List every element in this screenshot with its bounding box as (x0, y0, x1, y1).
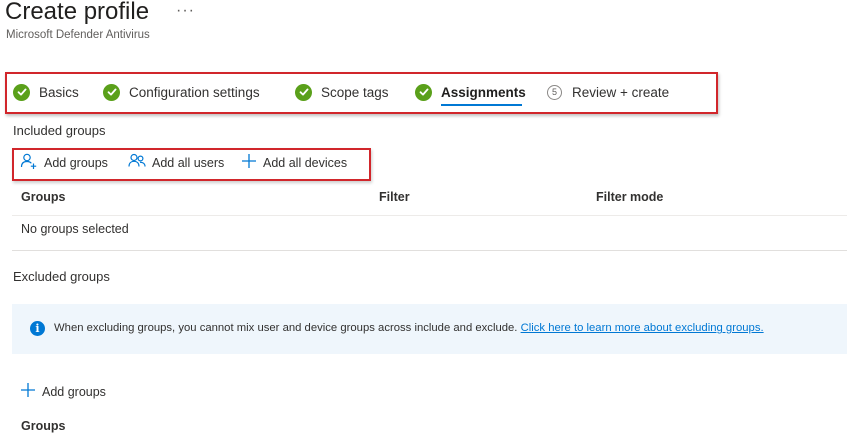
check-circle-icon (295, 83, 312, 101)
info-message: When excluding groups, you cannot mix us… (54, 322, 518, 334)
add-all-users-label: Add all users (152, 156, 225, 170)
column-header-filter[interactable]: Filter (379, 190, 410, 204)
step-label: Configuration settings (129, 84, 260, 100)
add-user-icon (20, 152, 38, 175)
step-label: Review + create (572, 84, 670, 100)
more-options-icon[interactable]: ··· (176, 2, 195, 20)
step-assignments[interactable]: Assignments (415, 80, 526, 104)
step-label: Assignments (441, 84, 526, 100)
empty-state-text: No groups selected (21, 222, 129, 236)
column-header-filter-mode[interactable]: Filter mode (596, 190, 663, 204)
column-header-groups[interactable]: Groups (21, 190, 65, 204)
step-label: Basics (39, 84, 79, 100)
learn-more-link[interactable]: Click here to learn more about excluding… (521, 322, 764, 334)
page-title: Create profile (5, 0, 150, 25)
step-number-circle: 5 (547, 84, 562, 100)
plus-icon (20, 382, 36, 403)
excluded-groups-heading: Excluded groups (13, 269, 110, 284)
add-groups-label: Add groups (44, 156, 108, 170)
check-circle-icon (415, 83, 432, 101)
check-circle-icon (103, 83, 120, 101)
info-banner-text: When excluding groups, you cannot mix us… (54, 322, 764, 334)
step-label: Scope tags (321, 84, 389, 100)
add-groups-button[interactable]: Add groups (20, 153, 108, 173)
header-divider (12, 215, 847, 216)
included-groups-heading: Included groups (13, 123, 106, 138)
excluded-column-header-groups[interactable]: Groups (21, 419, 65, 433)
check-circle-icon (13, 83, 30, 101)
add-all-devices-label: Add all devices (263, 156, 348, 170)
table-bottom-divider (12, 250, 847, 251)
page-subtitle: Microsoft Defender Antivirus (6, 29, 150, 41)
add-all-users-button[interactable]: Add all users (128, 153, 224, 173)
add-all-devices-button[interactable]: Add all devices (241, 153, 347, 173)
step-basics[interactable]: Basics (13, 80, 79, 104)
step-scope-tags[interactable]: Scope tags (295, 80, 389, 104)
excluded-add-groups-label: Add groups (42, 385, 106, 399)
step-review-create[interactable]: 5 Review + create (547, 80, 669, 104)
users-icon (128, 152, 146, 175)
excluded-add-groups-button[interactable]: Add groups (20, 382, 106, 402)
step-configuration-settings[interactable]: Configuration settings (103, 80, 260, 104)
plus-icon (241, 153, 257, 174)
active-step-underline (441, 104, 522, 106)
info-icon: i (30, 321, 45, 336)
